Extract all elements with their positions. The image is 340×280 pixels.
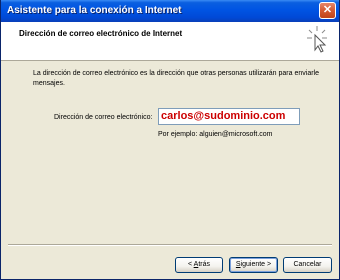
- header-panel: Dirección de correo electrónico de Inter…: [1, 22, 339, 61]
- close-button[interactable]: ✕: [319, 2, 336, 19]
- next-rest: iguiente >: [240, 261, 272, 268]
- page-title: Dirección de correo electrónico de Inter…: [19, 29, 183, 38]
- intro-text: La dirección de correo electrónico es la…: [33, 70, 319, 87]
- back-rest: trás: [198, 261, 210, 268]
- window-title: Asistente para la conexión a Internet: [7, 5, 182, 16]
- email-label: Dirección de correo electrónico:: [54, 114, 153, 121]
- wizard-window: Asistente para la conexión a Internet ✕ …: [0, 0, 340, 280]
- divider: [8, 244, 332, 246]
- cancel-button[interactable]: Cancelar: [283, 257, 332, 273]
- wizard-wand-icon: [307, 26, 327, 53]
- close-icon: ✕: [322, 4, 333, 16]
- example-text: Por ejemplo: alguien@microsoft.com: [158, 131, 273, 138]
- next-button[interactable]: Siguiente >: [229, 257, 278, 273]
- back-button[interactable]: < Atrás: [175, 257, 223, 273]
- title-bar[interactable]: Asistente para la conexión a Internet ✕: [1, 0, 339, 22]
- email-field[interactable]: carlos@sudominio.com: [158, 108, 300, 125]
